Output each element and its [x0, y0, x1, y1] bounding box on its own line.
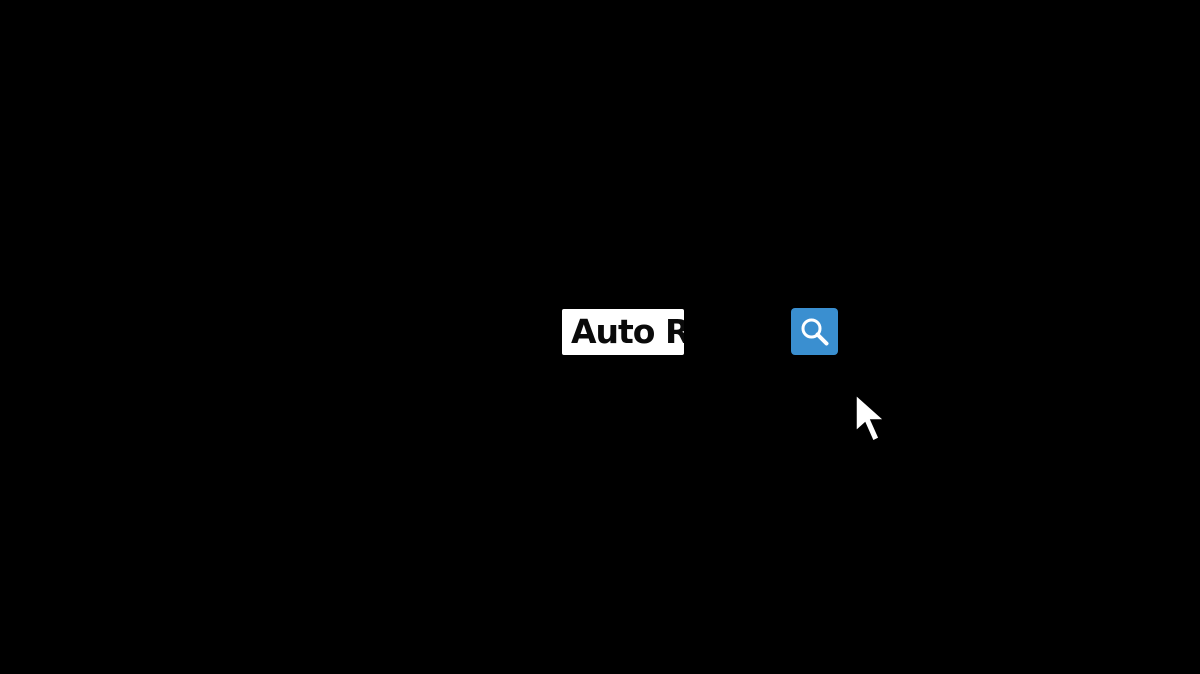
mouse-cursor-icon	[854, 393, 898, 449]
screen: Auto R	[0, 0, 1200, 674]
search-button[interactable]	[791, 308, 838, 355]
search-input-value: Auto R	[571, 312, 684, 351]
search-icon	[798, 315, 832, 349]
search-input[interactable]: Auto R	[562, 309, 684, 355]
